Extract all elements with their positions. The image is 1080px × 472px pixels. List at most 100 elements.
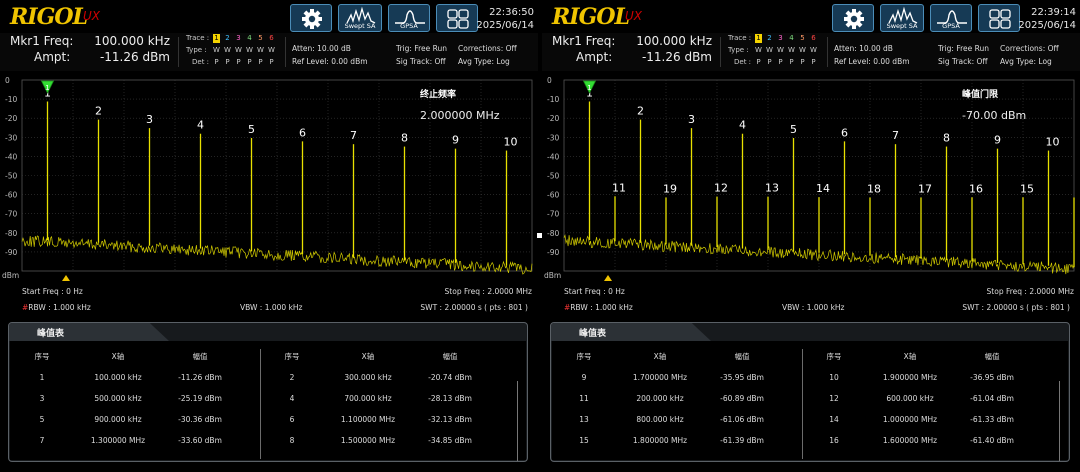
column-header: 序号 — [284, 352, 300, 361]
table-cell: -61.40 dBm — [970, 436, 1014, 445]
peak-label: 6 — [299, 126, 306, 139]
start-freq[interactable]: Start Freq : 0 Hz — [564, 287, 625, 296]
peak-label: 19 — [663, 182, 677, 195]
peak-table-tab[interactable]: 峰值表 — [551, 323, 711, 341]
trace-number[interactable]: 4 — [788, 34, 795, 43]
table-cell: 7 — [39, 436, 45, 445]
trace-number[interactable]: 3 — [777, 34, 784, 43]
trace-number[interactable]: 6 — [268, 34, 275, 43]
clock-date: 2025/06/14 — [476, 20, 534, 31]
table-cell: 15 — [579, 436, 589, 445]
y-tick-label: -20 — [5, 114, 17, 123]
vbw[interactable]: VBW : 1.000 kHz — [240, 303, 303, 312]
start-freq[interactable]: Start Freq : 0 Hz — [22, 287, 83, 296]
table-cell: -36.95 dBm — [970, 373, 1014, 382]
swept-sa-label: Swept SA — [344, 22, 376, 30]
stop-freq[interactable]: Stop Freq : 2.0000 MHz — [987, 287, 1074, 296]
divider — [285, 37, 286, 67]
table-cell: -33.60 dBm — [178, 436, 222, 445]
peak-label: 5 — [790, 123, 797, 136]
corrections-status: Corrections: Off — [458, 44, 517, 53]
trace-type: W — [257, 46, 264, 54]
trace-number[interactable]: 2 — [224, 34, 231, 43]
trace-type: W — [235, 46, 242, 54]
trace-number[interactable]: 6 — [810, 34, 817, 43]
peak-label: 18 — [867, 182, 881, 195]
table-cell: -11.26 dBm — [178, 373, 222, 382]
settings-button[interactable] — [290, 4, 332, 32]
ref-level-status: Ref Level: 0.00 dBm — [834, 57, 910, 66]
atten-status: Atten: 10.00 dB — [292, 44, 351, 53]
gpsa-button[interactable]: GPSA — [388, 4, 430, 32]
trace-number[interactable]: 5 — [257, 34, 264, 43]
peak-label: 3 — [146, 113, 153, 126]
trace-number[interactable]: 2 — [766, 34, 773, 43]
vbw[interactable]: VBW : 1.000 kHz — [782, 303, 845, 312]
table-cell: 1.800000 MHz — [632, 436, 688, 445]
table-cell: -20.74 dBm — [428, 373, 472, 382]
column-header: X轴 — [111, 352, 125, 361]
peak-label: 6 — [841, 126, 848, 139]
peak-table-title: 峰值表 — [579, 329, 607, 339]
header-bar: RIGOL UX Swept SA — [542, 0, 1080, 33]
peak-label: 2 — [637, 105, 644, 118]
trace-number[interactable]: 1 — [755, 34, 762, 43]
gpsa-button[interactable]: GPSA — [930, 4, 972, 32]
trace-label: Trace : — [186, 34, 210, 42]
table-cell: 5 — [39, 415, 45, 424]
spectrum-plot[interactable]: 0-10-20-30-40-50-60-70-80-90dBm111219312… — [542, 71, 1080, 287]
peak-table-tab[interactable]: 峰值表 — [9, 323, 169, 341]
peak-table-body: 序号 X轴 幅值 序号 X轴 幅值 1 100.000 kHz -11.26 dBm 2 300.0… — [10, 341, 526, 461]
marker-number: 1 — [587, 84, 591, 92]
trace-det: P — [767, 58, 772, 66]
y-tick-label: -10 — [5, 95, 17, 104]
spectrum-svg[interactable]: 0-10-20-30-40-50-60-70-80-90dBm111219312… — [542, 71, 1080, 287]
rbw[interactable]: #RBW : 1.000 kHz — [564, 303, 633, 312]
settings-button[interactable] — [832, 4, 874, 32]
gpsa-label: GPSA — [400, 22, 418, 30]
spectrum-svg[interactable]: 0 -10 -20 -30 -40 -50 -60 -70 -80 -90 dBm 1 2 3 4 5 6 7 8 9… — [0, 71, 538, 287]
trace-type: W — [766, 46, 773, 54]
swept-sa-button[interactable]: Swept SA — [880, 4, 924, 32]
table-cell: 800.000 kHz — [636, 415, 684, 424]
column-header: X轴 — [361, 352, 375, 361]
swt[interactable]: SWT : 2.00000 s ( pts : 801 ) — [420, 303, 528, 312]
peak-label: 14 — [816, 182, 830, 195]
annotation-title: 峰值门限 — [962, 90, 999, 100]
table-cell: 11 — [579, 394, 589, 403]
trace-type: W — [268, 46, 275, 54]
stop-freq[interactable]: Stop Freq : 2.0000 MHz — [445, 287, 532, 296]
trace-number[interactable]: 1 — [213, 34, 220, 43]
table-cell: 4 — [289, 394, 295, 403]
scrollbar[interactable] — [1059, 381, 1060, 461]
trace-number[interactable]: 3 — [235, 34, 242, 43]
swept-sa-button[interactable]: Swept SA — [338, 4, 382, 32]
rbw[interactable]: #RBW : 1.000 kHz — [22, 303, 91, 312]
table-cell: -35.95 dBm — [720, 373, 764, 382]
column-header: X轴 — [653, 352, 667, 361]
atten-status: Atten: 10.00 dB — [834, 44, 893, 53]
window-layout-button[interactable] — [978, 4, 1020, 32]
peak-label: 16 — [969, 182, 983, 195]
peak-label: 17 — [918, 182, 932, 195]
y-tick-label: -50 — [5, 172, 17, 181]
scrollbar[interactable] — [517, 381, 518, 461]
y-tick-label: -50 — [547, 172, 559, 181]
gear-icon — [844, 9, 864, 29]
ref-level-status: Ref Level: 0.00 dBm — [292, 57, 368, 66]
trace-number[interactable]: 4 — [246, 34, 253, 43]
trace-number[interactable]: 5 — [799, 34, 806, 43]
table-cell: 16 — [829, 436, 839, 445]
window-layout-button[interactable] — [436, 4, 478, 32]
trace-det: P — [789, 58, 794, 66]
table-cell: -61.33 dBm — [970, 415, 1014, 424]
swt[interactable]: SWT : 2.00000 s ( pts : 801 ) — [962, 303, 1070, 312]
table-cell: 13 — [579, 415, 589, 424]
y-tick-label: -10 — [547, 95, 559, 104]
table-cell: 700.000 kHz — [344, 394, 392, 403]
brand-sub: UX — [625, 9, 643, 23]
spectrum-plot[interactable]: 0 -10 -20 -30 -40 -50 -60 -70 -80 -90 dBm 1 2 3 4 5 6 7 8 9… — [0, 71, 538, 287]
marker-number: 1 — [45, 84, 49, 92]
table-cell: 1.600000 MHz — [882, 436, 938, 445]
marker-freq-value: 100.000 kHz — [636, 34, 712, 48]
